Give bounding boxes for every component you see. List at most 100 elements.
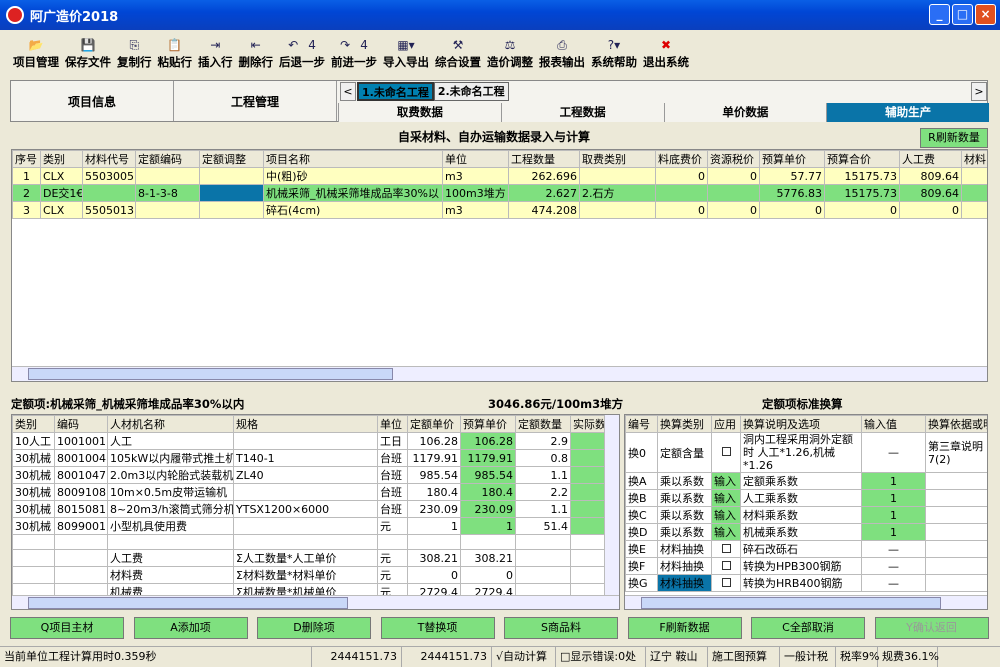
- table-cell[interactable]: [655, 184, 708, 202]
- table-cell[interactable]: YTSX1200×6000: [233, 500, 378, 518]
- table-row[interactable]: 换B 乘以系数 输入 人工乘系数 1: [625, 489, 987, 507]
- table-cell[interactable]: 碎石(4cm): [263, 201, 443, 219]
- table-cell[interactable]: 106.28: [460, 432, 516, 450]
- minimize-button[interactable]: _: [929, 4, 950, 25]
- table-cell[interactable]: 转换为HRB400钢筋: [740, 574, 862, 592]
- tab-fee-data[interactable]: 取费数据: [338, 103, 501, 122]
- table-cell[interactable]: 工日: [377, 432, 408, 450]
- column-header[interactable]: 定额调整: [199, 150, 264, 168]
- table-cell[interactable]: 0: [407, 566, 461, 584]
- table-cell[interactable]: [135, 167, 200, 185]
- table-cell[interactable]: 30机械: [12, 449, 55, 467]
- table-cell[interactable]: [460, 534, 516, 550]
- table-cell[interactable]: 8099001: [54, 517, 108, 535]
- toolbar-button-5[interactable]: ⇤ 删除行: [236, 30, 277, 76]
- table-cell[interactable]: [925, 557, 987, 575]
- table-cell[interactable]: T140-1: [233, 449, 378, 467]
- table-cell[interactable]: 180.4: [407, 483, 461, 501]
- table-cell[interactable]: 8001047: [54, 466, 108, 484]
- table-cell[interactable]: 0: [759, 201, 825, 219]
- table-cell[interactable]: [515, 549, 571, 567]
- column-header[interactable]: 单位: [377, 415, 408, 433]
- table-cell[interactable]: [961, 167, 987, 185]
- table-cell[interactable]: 1: [861, 489, 926, 507]
- table-cell[interactable]: [711, 432, 741, 473]
- bottom-button-7[interactable]: Y确认返回: [874, 617, 989, 639]
- table-cell[interactable]: 10人工: [12, 432, 55, 450]
- table-cell[interactable]: [233, 483, 378, 501]
- table-row[interactable]: 2 DE交1€ 8-1-3-8 机械采筛_机械采筛堆成品率30%以 100m3堆方 2.6…: [12, 184, 987, 202]
- conversion-grid-hscrollbar[interactable]: [625, 595, 987, 609]
- table-cell[interactable]: 308.21: [407, 549, 461, 567]
- table-cell[interactable]: 2: [12, 184, 41, 202]
- table-cell[interactable]: 换A: [625, 472, 658, 490]
- table-row[interactable]: 换F 材料抽换 转换为HPB300钢筋 —: [625, 557, 987, 575]
- column-header[interactable]: 规格: [233, 415, 378, 433]
- bottom-button-1[interactable]: A添加项: [133, 617, 248, 639]
- table-row[interactable]: 30机械 8001047 2.0m3以内轮胎式装载机 ZL40 台班 985.54 985.…: [12, 466, 618, 484]
- table-cell[interactable]: 230.09: [460, 500, 516, 518]
- table-cell[interactable]: 308.21: [460, 549, 516, 567]
- apply-checkbox[interactable]: [721, 543, 731, 553]
- column-header[interactable]: 定额编码: [135, 150, 200, 168]
- table-cell[interactable]: 换E: [625, 540, 658, 558]
- column-header[interactable]: 材料代号: [82, 150, 136, 168]
- table-cell[interactable]: 2.0m3以内轮胎式装载机: [107, 466, 234, 484]
- column-header[interactable]: 资源税价: [707, 150, 760, 168]
- table-cell[interactable]: [711, 540, 741, 558]
- toolbar-button-12[interactable]: ?▾ 系统帮助: [588, 30, 640, 76]
- table-cell[interactable]: CLX: [40, 201, 83, 219]
- table-cell[interactable]: 洞内工程采用洞外定额时 人工*1.26,机械*1.26: [740, 432, 862, 473]
- table-row[interactable]: 30机械 8009108 10m×0.5m皮带运输机 台班 180.4 180.4 2.2: [12, 483, 618, 501]
- table-cell[interactable]: 台班: [377, 466, 408, 484]
- table-cell[interactable]: 小型机具使用费: [107, 517, 234, 535]
- table-cell[interactable]: 57.77: [759, 167, 825, 185]
- table-cell[interactable]: 输入: [711, 523, 741, 541]
- close-button[interactable]: ×: [975, 4, 996, 25]
- table-cell[interactable]: 输入: [711, 506, 741, 524]
- table-cell[interactable]: [82, 184, 136, 202]
- table-cell[interactable]: 元: [377, 517, 408, 535]
- column-header[interactable]: 人材机名称: [107, 415, 234, 433]
- column-header[interactable]: 序号: [12, 150, 41, 168]
- table-cell[interactable]: 0.8: [515, 449, 571, 467]
- material-grid-hscrollbar[interactable]: [12, 366, 987, 381]
- table-row[interactable]: 换C 乘以系数 输入 材料乘系数 1: [625, 506, 987, 524]
- column-header[interactable]: 项目名称: [263, 150, 443, 168]
- column-header[interactable]: 预算单价: [460, 415, 516, 433]
- table-cell[interactable]: [925, 489, 987, 507]
- table-cell[interactable]: 2.9: [515, 432, 571, 450]
- tab-scroll-left-button[interactable]: <: [340, 82, 356, 101]
- table-cell[interactable]: 180.4: [460, 483, 516, 501]
- toolbar-button-4[interactable]: ⇥ 插入行: [195, 30, 236, 76]
- table-cell[interactable]: [515, 566, 571, 584]
- table-row[interactable]: 换G 材料抽换 转换为HRB400钢筋 —: [625, 574, 987, 592]
- column-header[interactable]: 单位: [442, 150, 509, 168]
- table-cell[interactable]: [579, 167, 656, 185]
- table-cell[interactable]: 5505013: [82, 201, 136, 219]
- table-cell[interactable]: [233, 534, 378, 550]
- table-row[interactable]: 30机械 8015081 8~20m3/h滚筒式筛分机 YTSX1200×6000 台班…: [12, 500, 618, 518]
- table-cell[interactable]: 30机械: [12, 517, 55, 535]
- table-cell[interactable]: 1: [861, 472, 926, 490]
- table-cell[interactable]: 1.1: [515, 500, 571, 518]
- table-cell[interactable]: 8009108: [54, 483, 108, 501]
- table-cell[interactable]: [711, 557, 741, 575]
- resource-grid-vscrollbar[interactable]: [604, 415, 619, 595]
- bottom-button-0[interactable]: Q项目主材: [10, 617, 124, 639]
- table-cell[interactable]: 1.1: [515, 466, 571, 484]
- table-cell[interactable]: 5776.83: [759, 184, 825, 202]
- table-cell[interactable]: 中(粗)砂: [263, 167, 443, 185]
- table-row[interactable]: 3 CLX 5505013 碎石(4cm) m3 474.208 0 0 0 0 0: [12, 201, 987, 219]
- table-cell[interactable]: Σ材料数量*材料单价: [233, 566, 378, 584]
- column-header[interactable]: 应用: [711, 415, 741, 433]
- tab-unit-price-data[interactable]: 单价数据: [663, 103, 827, 122]
- table-row[interactable]: 10人工 1001001 人工 工日 106.28 106.28 2.9: [12, 432, 618, 450]
- tab-project-data[interactable]: 工程数据: [500, 103, 664, 122]
- toolbar-button-8[interactable]: ▦▾ 导入导出: [380, 30, 432, 76]
- table-cell[interactable]: 元: [377, 566, 408, 584]
- table-cell[interactable]: 换G: [625, 574, 658, 592]
- table-cell[interactable]: 换D: [625, 523, 658, 541]
- table-cell[interactable]: 2.2: [515, 483, 571, 501]
- column-header[interactable]: 预算单价: [759, 150, 825, 168]
